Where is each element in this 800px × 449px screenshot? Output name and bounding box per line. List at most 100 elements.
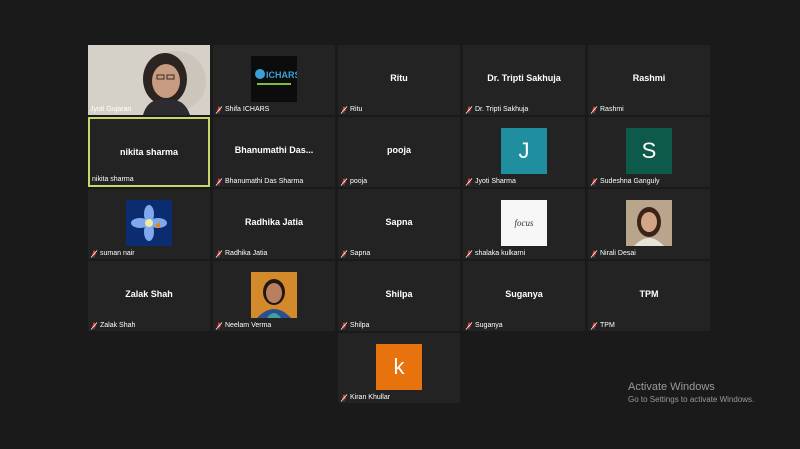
participant-display-name: nikita sharma — [119, 147, 179, 157]
participant-name-label: pooja — [340, 177, 367, 186]
participant-name: Jyoti Sharma — [475, 178, 516, 185]
muted-mic-icon — [340, 321, 348, 330]
participant-letter-avatar: S — [626, 128, 672, 174]
participant-name-label: Sapna — [340, 249, 370, 258]
participant-name-label: suman nair — [90, 249, 135, 258]
muted-mic-icon — [90, 321, 98, 330]
participant-tile[interactable]: Rashmi Rashmi — [588, 45, 710, 115]
participant-tile[interactable]: Sapna Sapna — [338, 189, 460, 259]
participant-name-label: Suganya — [465, 321, 503, 330]
participant-name: Ritu — [350, 106, 363, 113]
participant-name-label: Zalak Shah — [90, 321, 135, 330]
muted-mic-icon — [590, 105, 598, 114]
participant-tile[interactable]: suman nair — [88, 189, 210, 259]
participant-tile[interactable]: Neelam Verma — [213, 261, 335, 331]
participant-name: Suganya — [475, 322, 503, 329]
participant-name-label: Jyoti Gujaran — [90, 105, 131, 114]
participant-name: Shifa ICHARS — [225, 106, 270, 113]
flower-avatar-image — [126, 200, 172, 246]
participant-photo — [251, 272, 297, 318]
participant-tile[interactable]: Dr. Tripti Sakhuja Dr. Tripti Sakhuja — [463, 45, 585, 115]
participant-name-label: Shifa ICHARS — [215, 105, 269, 114]
muted-mic-icon — [590, 321, 598, 330]
participant-name-label: Dr. Tripti Sakhuja — [465, 105, 528, 114]
svg-text:ICHARS: ICHARS — [266, 70, 297, 80]
participant-name-label: Sudeshna Ganguly — [590, 177, 660, 186]
participant-display-name: Sapna — [385, 217, 413, 227]
participant-name: Bhanumathi Das Sharma — [225, 178, 304, 185]
participant-name-label: Neelam Verma — [215, 321, 271, 330]
participant-name: Radhika Jatia — [225, 250, 268, 257]
participant-tile[interactable]: k Kiran Khullar — [338, 333, 460, 403]
participant-name: Zalak Shah — [100, 322, 136, 329]
activate-windows-watermark: Activate Windows Go to Settings to activ… — [628, 380, 754, 406]
ichars-logo: ICHARS — [251, 56, 297, 102]
participant-display-name: Shilpa — [385, 289, 413, 299]
participant-tile[interactable]: S Sudeshna Ganguly — [588, 117, 710, 187]
muted-mic-icon — [90, 249, 98, 258]
participant-display-name: Bhanumathi Das... — [234, 145, 314, 155]
participant-tile[interactable]: focus shalaka kulkarni — [463, 189, 585, 259]
participant-name: Rashmi — [600, 106, 624, 113]
participant-display-name: Radhika Jatia — [244, 217, 304, 227]
muted-mic-icon — [215, 177, 223, 186]
participant-tile[interactable]: Shilpa Shilpa — [338, 261, 460, 331]
participant-photo — [626, 200, 672, 246]
participant-tile[interactable]: Nirali Desai — [588, 189, 710, 259]
muted-mic-icon — [340, 393, 348, 402]
participant-tile[interactable]: Jyoti Gujaran — [88, 45, 210, 115]
muted-mic-icon — [340, 177, 348, 186]
participant-name-label: Rashmi — [590, 105, 624, 114]
participant-display-name: Ritu — [390, 73, 408, 83]
participant-letter-avatar: k — [376, 344, 422, 390]
participant-name-label: shalaka kulkarni — [465, 249, 525, 258]
participant-name-label: Kiran Khullar — [340, 393, 390, 402]
muted-mic-icon — [215, 105, 223, 114]
watermark-subtitle: Go to Settings to activate Windows. — [628, 395, 755, 404]
participant-tile[interactable]: Zalak Shah Zalak Shah — [88, 261, 210, 331]
muted-mic-icon — [465, 105, 473, 114]
muted-mic-icon — [465, 249, 473, 258]
participant-tile[interactable]: Bhanumathi Das... Bhanumathi Das Sharma — [213, 117, 335, 187]
participant-name: Shilpa — [350, 322, 370, 329]
participant-display-name: Dr. Tripti Sakhuja — [487, 73, 561, 83]
participant-name-label: Shilpa — [340, 321, 369, 330]
participant-name-label: TPM — [590, 321, 615, 330]
muted-mic-icon — [465, 177, 473, 186]
participant-tile[interactable]: Suganya Suganya — [463, 261, 585, 331]
muted-mic-icon — [340, 105, 348, 114]
muted-mic-icon — [340, 249, 348, 258]
participant-name: Kiran Khullar — [350, 394, 391, 401]
participant-name: TPM — [600, 322, 615, 329]
participant-name-label: Bhanumathi Das Sharma — [215, 177, 303, 186]
participant-name: suman nair — [100, 250, 135, 257]
participant-tile[interactable]: ICHARS Shifa ICHARS — [213, 45, 335, 115]
participant-name: Dr. Tripti Sakhuja — [475, 106, 529, 113]
muted-mic-icon — [590, 177, 598, 186]
participant-name: pooja — [350, 178, 368, 185]
participant-name-label: Jyoti Sharma — [465, 177, 516, 186]
participant-tile[interactable]: Ritu Ritu — [338, 45, 460, 115]
participant-name-label: Radhika Jatia — [215, 249, 267, 258]
participant-display-name: Zalak Shah — [125, 289, 173, 299]
participant-tile[interactable]: Radhika Jatia Radhika Jatia — [213, 189, 335, 259]
participant-name-label: nikita sharma — [92, 175, 134, 184]
muted-mic-icon — [465, 321, 473, 330]
muted-mic-icon — [215, 249, 223, 258]
participant-name: nikita sharma — [92, 176, 134, 183]
participant-name-label: Nirali Desai — [590, 249, 636, 258]
participant-letter-avatar: J — [501, 128, 547, 174]
participant-display-name: Suganya — [505, 289, 543, 299]
participant-name: Jyoti Gujaran — [90, 106, 132, 113]
participant-name: Sapna — [350, 250, 371, 257]
participant-name-label: Ritu — [340, 105, 362, 114]
focus-avatar-image: focus — [501, 200, 547, 246]
svg-text:focus: focus — [515, 218, 534, 228]
participant-name: Nirali Desai — [600, 250, 636, 257]
participant-tile[interactable]: nikita sharma nikita sharma — [88, 117, 210, 187]
participant-tile[interactable]: TPM TPM — [588, 261, 710, 331]
muted-mic-icon — [215, 321, 223, 330]
participant-tile[interactable]: pooja pooja — [338, 117, 460, 187]
muted-mic-icon — [590, 249, 598, 258]
participant-tile[interactable]: J Jyoti Sharma — [463, 117, 585, 187]
